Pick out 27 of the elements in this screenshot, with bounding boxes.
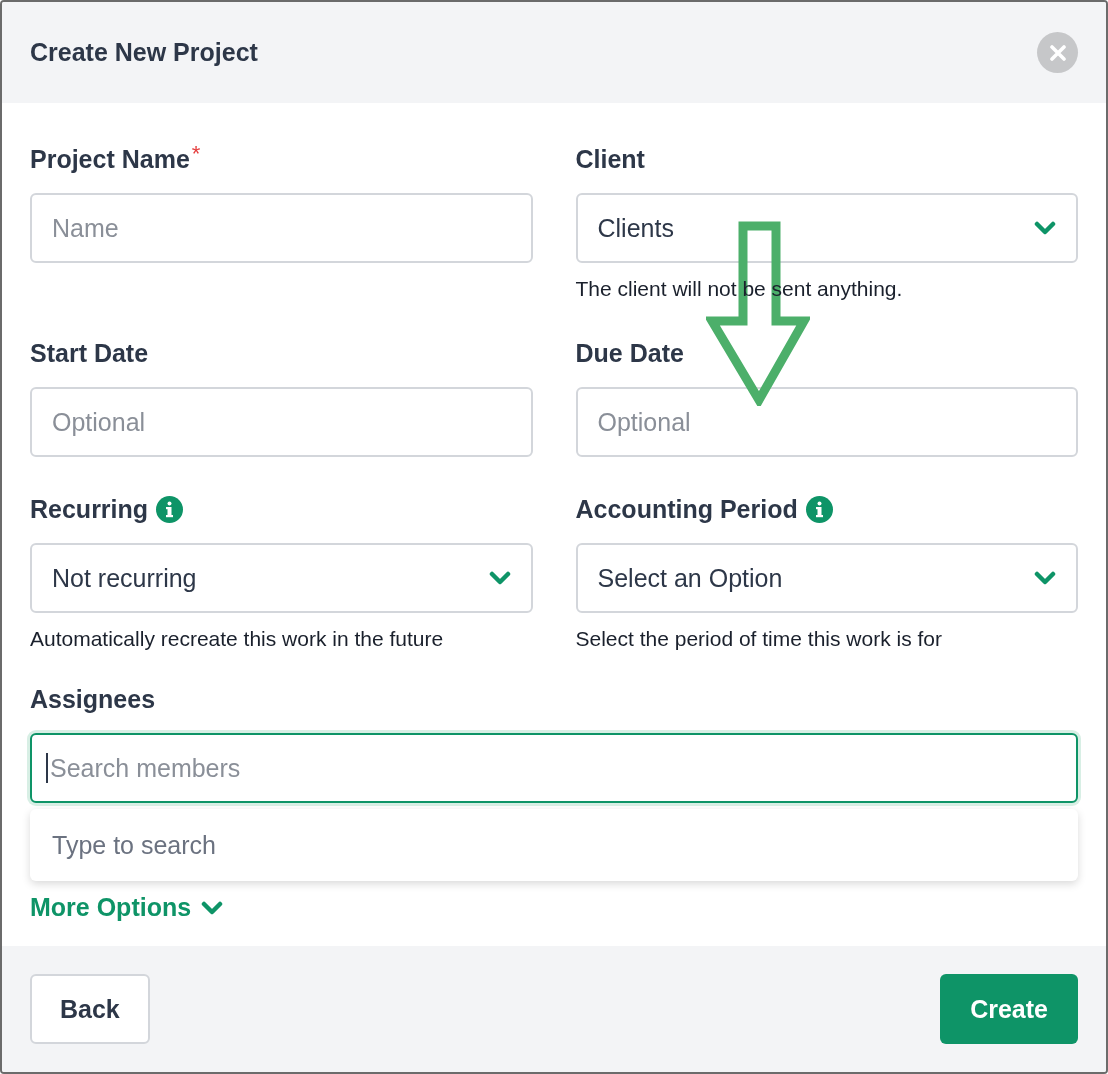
field-hint: Select the period of time this work is for <box>575 627 943 651</box>
field-label: Accounting Period <box>575 494 798 524</box>
field-label: Project Name <box>30 144 190 174</box>
text-field[interactable]: Name <box>30 193 533 263</box>
close-icon <box>1049 44 1066 61</box>
dropdown-field[interactable]: Not recurring <box>30 543 533 613</box>
text-field[interactable]: Optional <box>575 387 1078 457</box>
required-asterisk: * <box>191 141 201 167</box>
chevron-down-icon <box>488 571 511 585</box>
field-label: Assignees <box>30 684 156 714</box>
close-button[interactable] <box>1037 32 1078 73</box>
field-label: Start Date <box>30 338 149 368</box>
search-field[interactable]: Search members <box>30 733 1078 803</box>
more-options-link[interactable]: More Options <box>30 893 224 922</box>
field-label: Due Date <box>575 338 684 368</box>
text-field[interactable]: Optional <box>30 387 533 457</box>
field-label: Recurring <box>30 494 149 524</box>
dropdown-field[interactable]: Clients <box>575 193 1078 263</box>
dropdown-field[interactable]: Select an Option <box>575 543 1078 613</box>
dropdown-item: Type to search <box>30 809 1078 881</box>
field-hint: Automatically recreate this work in the future <box>30 627 445 651</box>
chevron-down-icon <box>1034 221 1056 235</box>
field-label: Client <box>575 144 645 174</box>
chevron-down-icon <box>1034 571 1056 585</box>
back-button[interactable]: Back <box>30 974 150 1044</box>
create-button[interactable]: Create <box>940 974 1078 1044</box>
dialog-title: Create New Project <box>30 38 258 67</box>
